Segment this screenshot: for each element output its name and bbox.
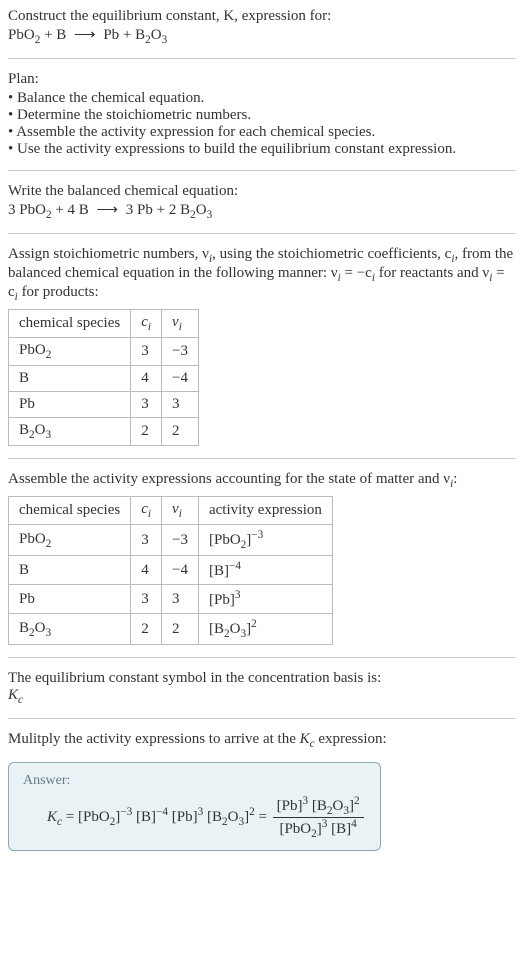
plan-item: Assemble the activity expression for eac…	[8, 124, 516, 141]
plan-title: Plan:	[8, 71, 39, 87]
answer-label: Answer:	[23, 773, 366, 789]
table-header-row: chemical species ci νi activity expressi…	[9, 497, 333, 525]
answer-box: Answer: Kc = [PbO2]−3 [B]−4 [Pb]3 [B2O3]…	[8, 762, 381, 851]
plan-item: Balance the chemical equation.	[8, 90, 516, 107]
plan-item: Determine the stoichiometric numbers.	[8, 107, 516, 124]
table-row: PbO2 3 −3 [PbO2]−3	[9, 525, 333, 556]
fraction: [Pb]3 [B2O3]2 [PbO2]3 [B]4	[273, 795, 364, 840]
prompt-text: Construct the equilibrium constant, K, e…	[8, 8, 331, 24]
balanced-title: Write the balanced chemical equation:	[8, 183, 238, 199]
col-c: ci	[131, 310, 162, 338]
col-nu: νi	[162, 497, 199, 525]
plan-item: Use the activity expressions to build th…	[8, 141, 516, 158]
plan-list: Balance the chemical equation. Determine…	[8, 90, 516, 158]
col-activity: activity expression	[198, 497, 332, 525]
table-row: B2O3 2 2 [B2O3]2	[9, 614, 333, 645]
unbalanced-equation: PbO2 + B ⟶ Pb + B2O3	[8, 27, 167, 43]
col-nu: νi	[162, 310, 199, 338]
problem-statement: Construct the equilibrium constant, K, e…	[8, 8, 516, 46]
plan-section: Plan: Balance the chemical equation. Det…	[8, 71, 516, 158]
stoich-intro: Assign stoichiometric numbers, νi, using…	[8, 246, 516, 303]
balanced-equation: 3 PbO2 + 4 B ⟶ 3 Pb + 2 B2O3	[8, 202, 212, 218]
balanced-equation-section: Write the balanced chemical equation: 3 …	[8, 183, 516, 221]
divider	[8, 458, 516, 459]
divider	[8, 170, 516, 171]
table-row: Pb 3 3	[9, 392, 199, 418]
arrow-icon: ⟶	[93, 202, 123, 218]
divider	[8, 657, 516, 658]
arrow-icon: ⟶	[70, 27, 100, 43]
table-row: B2O3 2 2	[9, 418, 199, 446]
table-row: Pb 3 3 [Pb]3	[9, 585, 333, 614]
divider	[8, 58, 516, 59]
table-row: B 4 −4 [B]−4	[9, 556, 333, 585]
kc-expression: Kc = [PbO2]−3 [B]−4 [Pb]3 [B2O3]2 = [Pb]…	[47, 795, 366, 840]
multiply-intro: Mulitply the activity expressions to arr…	[8, 731, 516, 750]
fraction-denominator: [PbO2]3 [B]4	[273, 818, 364, 840]
activity-intro: Assemble the activity expressions accoun…	[8, 471, 516, 490]
col-species: chemical species	[9, 497, 131, 525]
divider	[8, 718, 516, 719]
kc-symbol-section: The equilibrium constant symbol in the c…	[8, 670, 516, 706]
stoich-table: chemical species ci νi PbO2 3 −3 B 4 −4 …	[8, 309, 199, 446]
table-row: PbO2 3 −3	[9, 338, 199, 366]
table-row: B 4 −4	[9, 366, 199, 392]
col-species: chemical species	[9, 310, 131, 338]
activity-table: chemical species ci νi activity expressi…	[8, 496, 333, 645]
col-c: ci	[131, 497, 162, 525]
fraction-numerator: [Pb]3 [B2O3]2	[273, 795, 364, 818]
divider	[8, 233, 516, 234]
table-header-row: chemical species ci νi	[9, 310, 199, 338]
